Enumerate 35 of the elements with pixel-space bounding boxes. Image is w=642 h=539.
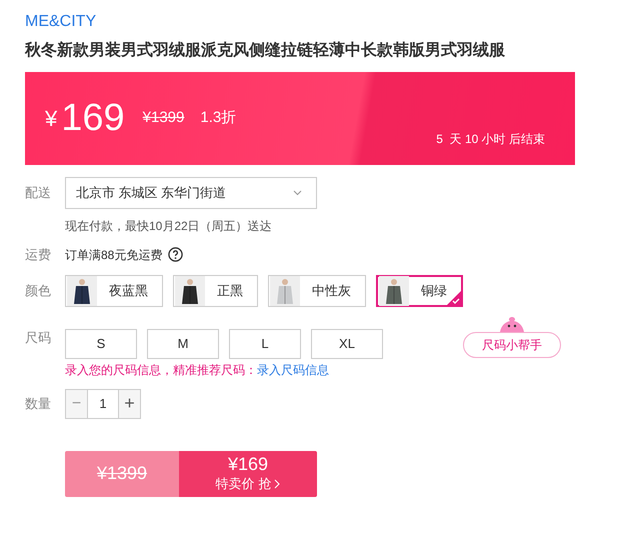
delivery-estimate: 现在付款，最快10月22日（周五）送达 <box>65 218 273 235</box>
size-option[interactable]: L <box>229 328 301 358</box>
color-option[interactable]: 铜绿 <box>376 274 463 306</box>
help-icon[interactable] <box>168 247 184 262</box>
buy-price: ¥169 <box>228 454 268 474</box>
brand-link[interactable]: ME&CITY <box>25 10 617 34</box>
field-label: 尺码 <box>25 328 52 347</box>
increase-button[interactable]: + <box>118 388 141 418</box>
discount: 1.3折 <box>200 108 236 128</box>
buy-label: 特卖价 抢 <box>216 474 272 492</box>
size-hint: 录入您的尺码信息，精准推荐尺码：录入尺码信息 <box>65 362 330 378</box>
chevron-down-icon <box>293 190 302 196</box>
field-label: 运费 <box>25 246 52 264</box>
address-dropdown[interactable]: 北京市 东城区 东华门街道 <box>65 177 317 209</box>
field-label: 配送 <box>25 184 52 202</box>
shipping-note: 订单满88元免运费 <box>65 246 162 264</box>
chevron-right-icon <box>274 478 280 488</box>
size-option[interactable]: M <box>147 328 219 358</box>
field-label: 颜色 <box>25 282 52 300</box>
color-option[interactable]: 中性灰 <box>268 274 366 306</box>
field-label: 数量 <box>25 394 52 413</box>
color-option[interactable]: 正黑 <box>173 274 258 306</box>
currency-symbol: ¥ <box>45 105 58 133</box>
sale-price: 169 <box>61 96 125 141</box>
buy-button[interactable]: ¥169 特卖价 抢 <box>179 450 317 496</box>
color-option[interactable]: 夜蓝黑 <box>65 274 163 306</box>
size-helper-button[interactable]: 尺码小帮手 <box>463 332 561 358</box>
size-option[interactable]: XL <box>311 328 383 358</box>
size-option[interactable]: S <box>65 328 137 358</box>
buy-original-price: ¥1399 <box>96 462 148 485</box>
product-title: 秋冬新款男装男式羽绒服派克风侧缝拉链轻薄中长款韩版男式羽绒服 <box>25 40 506 61</box>
selected-check-icon <box>447 290 461 304</box>
size-info-link[interactable]: 录入尺码信息 <box>257 362 329 376</box>
countdown: 5 天 10 小时 后结束 <box>436 130 545 148</box>
original-price: ¥1399 <box>142 108 184 128</box>
